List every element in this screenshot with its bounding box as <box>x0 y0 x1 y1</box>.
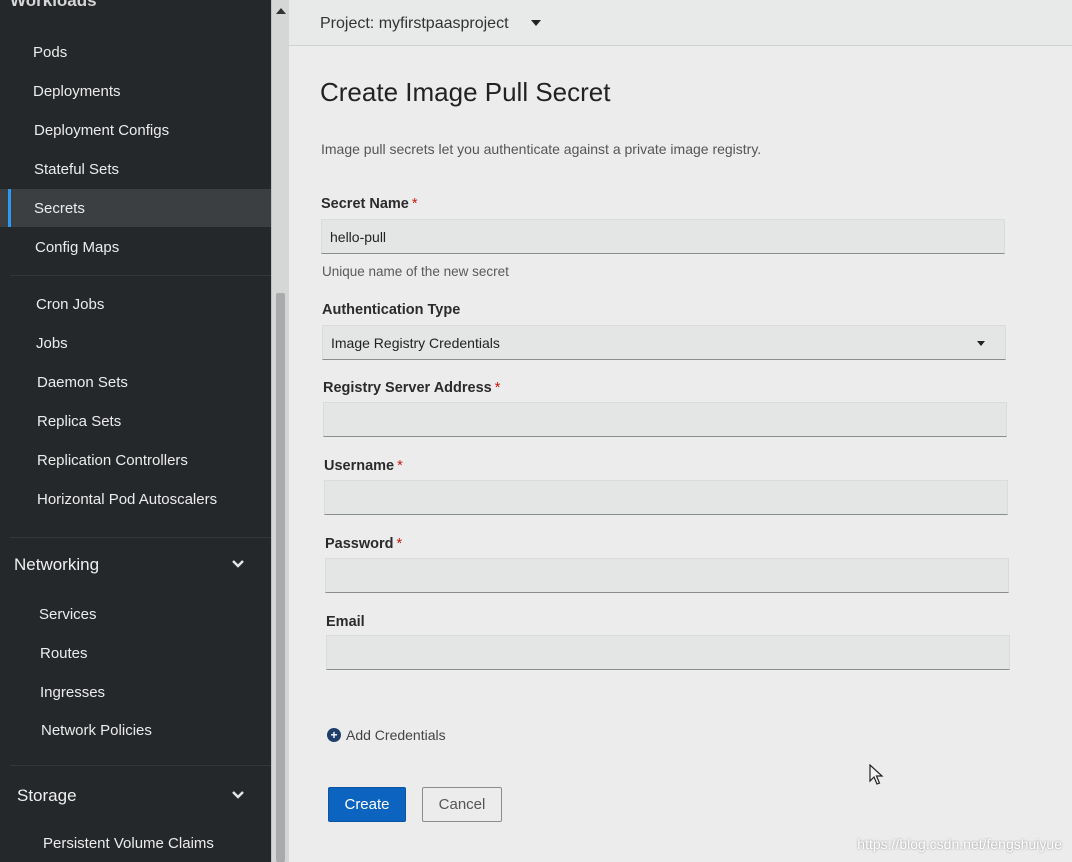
networking-heading: Networking <box>14 555 100 574</box>
caret-down-icon <box>530 20 541 26</box>
secret-name-input[interactable]: hello-pull <box>321 219 1005 254</box>
username-input[interactable] <box>324 480 1008 515</box>
sidebar-item-routes[interactable]: Routes <box>0 634 271 672</box>
password-input[interactable] <box>325 558 1009 593</box>
secret-name-help: Unique name of the new secret <box>322 264 509 279</box>
plus-circle-icon: + <box>327 728 341 742</box>
sidebar-scrollbar[interactable] <box>271 0 289 862</box>
sidebar-item-label: Replica Sets <box>37 412 122 430</box>
project-selector[interactable]: Project: myfirstpaasproject <box>320 15 541 33</box>
required-marker: * <box>397 458 403 474</box>
sidebar-item-deployment-configs[interactable]: Deployment Configs <box>0 111 271 149</box>
sidebar-item-cron-jobs[interactable]: Cron Jobs <box>0 285 271 323</box>
secret-name-value: hello-pull <box>330 229 387 245</box>
scroll-up-arrow-icon[interactable] <box>276 8 286 14</box>
storage-section-toggle[interactable]: Storage <box>0 776 271 816</box>
create-button[interactable]: Create <box>328 787 406 822</box>
sidebar-item-label: Deployment Configs <box>34 121 170 139</box>
required-marker: * <box>396 536 403 552</box>
sidebar-divider <box>10 765 271 766</box>
sidebar-item-config-maps[interactable]: Config Maps <box>0 228 271 266</box>
registry-server-label-text: Registry Server Address <box>323 380 492 396</box>
sidebar-item-label: Secrets <box>34 199 85 217</box>
username-label: Username * <box>324 458 403 474</box>
cancel-button[interactable]: Cancel <box>422 787 502 822</box>
chevron-down-icon <box>232 791 244 799</box>
sidebar-item-replica-sets[interactable]: Replica Sets <box>0 402 271 440</box>
auth-type-label: Authentication Type <box>322 302 461 318</box>
sidebar-item-label: Services <box>39 605 97 623</box>
secret-name-label: Secret Name * <box>321 196 418 212</box>
sidebar-divider <box>10 275 271 276</box>
workloads-heading[interactable]: Workloads <box>10 0 97 11</box>
sidebar-item-label: Daemon Sets <box>37 373 128 391</box>
registry-server-input[interactable] <box>323 402 1007 437</box>
sidebar-item-label: Deployments <box>33 82 121 100</box>
sidebar-item-label: Persistent Volume Claims <box>43 834 214 852</box>
sidebar-item-label: Horizontal Pod Autoscalers <box>37 490 218 508</box>
sidebar-item-label: Config Maps <box>35 238 120 256</box>
add-credentials-label: Add Credentials <box>346 727 446 743</box>
email-input[interactable] <box>326 635 1010 670</box>
mouse-pointer-icon <box>869 764 884 785</box>
registry-server-label: Registry Server Address * <box>323 380 500 396</box>
required-marker: * <box>494 380 501 396</box>
storage-heading: Storage <box>17 786 77 805</box>
sidebar-item-jobs[interactable]: Jobs <box>0 324 271 362</box>
sidebar-item-pods[interactable]: Pods <box>0 33 271 71</box>
sidebar-item-label: Network Policies <box>41 721 152 739</box>
password-label: Password * <box>325 536 402 552</box>
sidebar-item-services[interactable]: Services <box>0 595 271 633</box>
sidebar-item-daemon-sets[interactable]: Daemon Sets <box>0 363 271 401</box>
username-label-text: Username <box>324 458 395 474</box>
main-content: Project: myfirstpaasproject Create Image… <box>289 0 1072 862</box>
sidebar-item-label: Cron Jobs <box>36 295 105 313</box>
sidebar-item-horizontal-pod-autoscalers[interactable]: Horizontal Pod Autoscalers <box>0 480 271 518</box>
page-description: Image pull secrets let you authenticate … <box>321 141 762 157</box>
add-credentials-link[interactable]: + Add Credentials <box>327 727 446 743</box>
secret-name-label-text: Secret Name <box>321 196 409 212</box>
required-marker: * <box>411 196 418 212</box>
project-bar: Project: myfirstpaasproject <box>289 0 1072 46</box>
sidebar-divider <box>10 537 271 538</box>
sidebar: Workloads Pods Deployments Deployment Co… <box>0 0 271 862</box>
password-label-text: Password <box>325 536 394 552</box>
sidebar-item-label: Replication Controllers <box>37 451 188 469</box>
sidebar-item-ingresses[interactable]: Ingresses <box>0 673 271 711</box>
sidebar-item-label: Routes <box>40 644 88 662</box>
scrollbar-thumb[interactable] <box>276 293 285 862</box>
watermark-url: https://blog.csdn.net/fengshuiyue <box>857 836 1062 852</box>
sidebar-item-replication-controllers[interactable]: Replication Controllers <box>0 441 271 479</box>
auth-type-select[interactable]: Image Registry Credentials <box>322 325 1006 360</box>
sidebar-item-persistent-volume-claims[interactable]: Persistent Volume Claims <box>0 824 271 862</box>
project-label: Project: myfirstpaasproject <box>320 15 509 32</box>
caret-down-icon <box>977 341 985 346</box>
networking-section-toggle[interactable]: Networking <box>0 545 271 585</box>
sidebar-item-deployments[interactable]: Deployments <box>0 72 271 110</box>
sidebar-item-label: Jobs <box>36 334 68 352</box>
sidebar-item-label: Pods <box>33 43 68 61</box>
auth-type-value: Image Registry Credentials <box>331 335 500 351</box>
email-label: Email <box>326 614 365 630</box>
page-title: Create Image Pull Secret <box>320 77 611 107</box>
sidebar-item-stateful-sets[interactable]: Stateful Sets <box>0 150 271 188</box>
sidebar-item-secrets[interactable]: Secrets <box>0 189 271 227</box>
sidebar-item-network-policies[interactable]: Network Policies <box>0 711 271 749</box>
chevron-down-icon <box>232 560 244 568</box>
sidebar-item-label: Stateful Sets <box>34 160 120 178</box>
sidebar-item-label: Ingresses <box>40 683 106 701</box>
